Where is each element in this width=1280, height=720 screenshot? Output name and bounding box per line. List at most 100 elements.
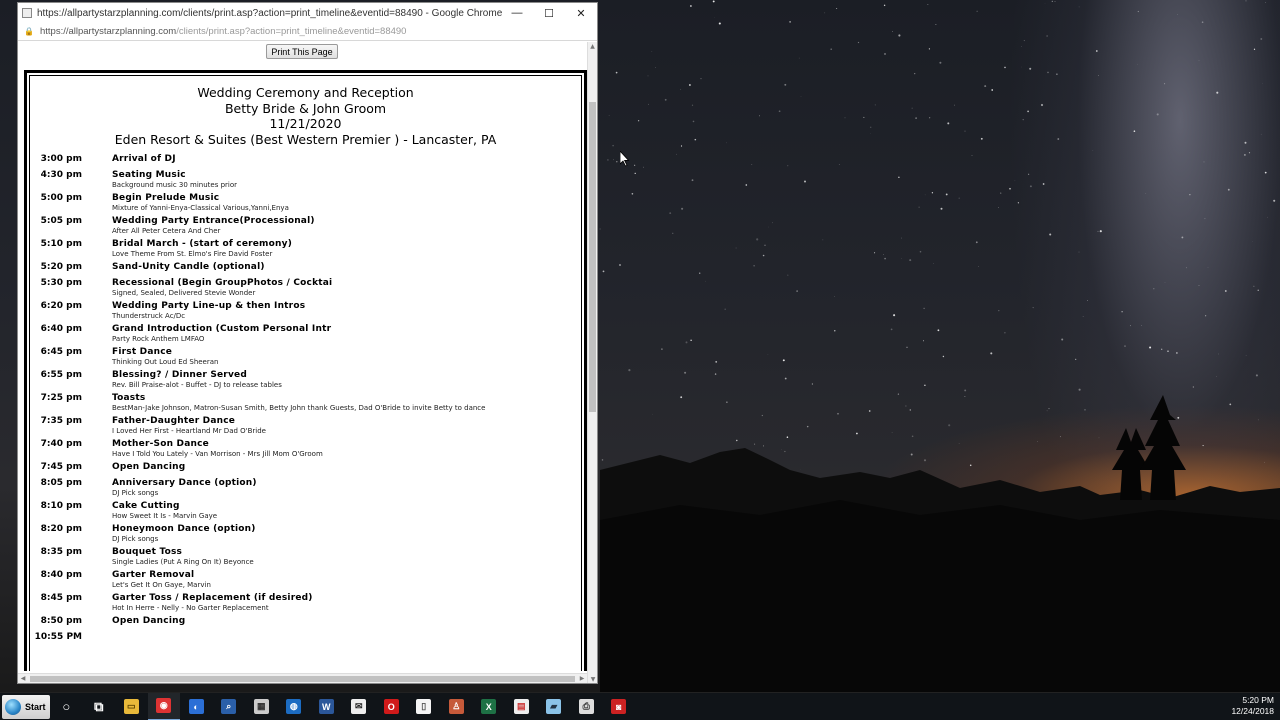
timeline-time: 5:05 pm xyxy=(40,216,82,226)
timeline-row: 3:00 pm Arrival of DJ xyxy=(30,154,581,165)
close-button[interactable]: ✕ xyxy=(565,3,597,23)
timeline-time: 7:35 pm xyxy=(40,416,82,426)
printer-icon[interactable]: ⎙ xyxy=(570,693,603,720)
timeline-content: Recessional (Begin GroupPhotos / Cocktai… xyxy=(112,278,581,298)
timeline-row: 7:40 pm Mother-Son Dance Have I Told You L… xyxy=(30,439,581,459)
timeline-row: 8:45 pm Garter Toss / Replacement (if des… xyxy=(30,593,581,613)
notepad-icon[interactable]: ▯ xyxy=(408,693,441,720)
opera-icon[interactable]: O xyxy=(375,693,408,720)
taskbar-apps: ○ ⧉ ▭ ◉ ◐ ⌕ ▦ ◍ W ✉ O ▯ ♙ X ▤ ▰ ⎙ ◙ xyxy=(50,692,636,720)
timeline-title: Father-Daughter Dance xyxy=(112,416,236,426)
timeline-title: Blessing? / Dinner Served xyxy=(112,370,247,380)
word-icon[interactable]: W xyxy=(310,693,343,720)
maximize-button[interactable]: ☐ xyxy=(533,3,565,23)
timeline-time: 6:20 pm xyxy=(40,301,82,311)
timeline-content: Garter Removal Let's Get It On Gaye, Marv… xyxy=(112,570,581,590)
timeline-content: Honeymoon Dance (option) DJ Pick songs xyxy=(112,524,581,544)
recorder-icon[interactable]: ◙ xyxy=(603,693,636,720)
scroll-up-arrow-icon[interactable]: ▲ xyxy=(588,42,597,52)
timeline-title: Mother-Son Dance xyxy=(112,439,209,449)
lock-icon[interactable]: 🔒 xyxy=(24,27,34,36)
event-venue: Eden Resort & Suites (Best Western Premi… xyxy=(114,131,497,147)
timeline-row: 5:05 pm Wedding Party Entrance(Procession… xyxy=(30,216,581,236)
timeline-time: 3:00 pm xyxy=(40,154,82,164)
vertical-scrollbar[interactable]: ▲ ▼ xyxy=(587,42,597,683)
timeline-content: Arrival of DJ xyxy=(112,154,581,165)
mouse-cursor-icon xyxy=(620,151,630,167)
timeline-row: 4:30 pm Seating Music Background music 30 … xyxy=(30,170,581,190)
timeline-title: Bouquet Toss xyxy=(112,547,183,557)
timeline-row: 10:55 PM xyxy=(30,632,581,643)
timeline-time: 4:30 pm xyxy=(40,170,82,180)
file-explorer-icon[interactable]: ▭ xyxy=(115,693,148,720)
timeline-subtitle: Background music 30 minutes prior xyxy=(112,181,238,189)
timeline-row: 8:05 pm Anniversary Dance (option) DJ Pick… xyxy=(30,478,581,498)
timeline-content: Open Dancing xyxy=(112,462,581,473)
calendar-icon[interactable]: ▤ xyxy=(505,693,538,720)
search-app-icon[interactable]: ⌕ xyxy=(213,693,246,720)
timeline-title: Open Dancing xyxy=(112,616,186,626)
timeline-row: 5:10 pm Bridal March - (start of ceremony… xyxy=(30,239,581,259)
chrome-icon[interactable]: ◉ xyxy=(147,692,180,720)
book-icon[interactable]: ▰ xyxy=(538,693,571,720)
timeline-frame: Wedding Ceremony and Reception Betty Bri… xyxy=(24,70,587,671)
scroll-right-arrow-icon[interactable]: ▶ xyxy=(577,674,587,683)
timeline-subtitle: After All Peter Cetera And Cher xyxy=(112,227,221,235)
calculator-icon[interactable]: ▦ xyxy=(245,693,278,720)
horizontal-scroll-thumb[interactable] xyxy=(30,676,575,682)
timeline-subtitle: DJ Pick songs xyxy=(112,535,159,543)
timeline-subtitle: Thinking Out Loud Ed Sheeran xyxy=(112,358,219,366)
event-header: Wedding Ceremony and Reception Betty Bri… xyxy=(30,76,581,147)
timeline-content: Cake Cutting How Sweet It Is - Marvin Gay… xyxy=(112,501,581,521)
timeline-row: 6:40 pm Grand Introduction (Custom Person… xyxy=(30,324,581,344)
clock-date: 12/24/2018 xyxy=(1231,706,1274,716)
timeline-content: Sand-Unity Candle (optional) xyxy=(112,262,581,273)
timeline-time: 7:25 pm xyxy=(40,393,82,403)
globe-icon[interactable]: ◍ xyxy=(278,693,311,720)
timeline-subtitle: Mixture of Yanni-Enya-Classical Various,… xyxy=(112,204,289,212)
cortana-icon[interactable]: ○ xyxy=(50,693,83,720)
timeline-title: Begin Prelude Music xyxy=(112,193,220,203)
timeline-title: Wedding Party Entrance(Processional) xyxy=(112,216,315,226)
timeline-subtitle: Have I Told You Lately - Van Morrison - … xyxy=(112,450,323,458)
address-bar[interactable]: 🔒 https://allpartystarzplanning.com/clie… xyxy=(18,23,597,41)
user-app-icon[interactable]: ♙ xyxy=(440,693,473,720)
timeline-subtitle: I Loved Her First - Heartland Mr Dad O'B… xyxy=(112,427,266,435)
timeline-content: Open Dancing xyxy=(112,616,581,627)
timeline-title: Toasts xyxy=(112,393,146,403)
mail-icon[interactable]: ✉ xyxy=(343,693,376,720)
window-title: https://allpartystarzplanning.com/client… xyxy=(37,7,503,19)
timeline-time: 8:45 pm xyxy=(40,593,82,603)
vertical-scroll-thumb[interactable] xyxy=(589,102,596,412)
start-button[interactable]: Start xyxy=(2,694,50,719)
timeline-row: 5:00 pm Begin Prelude Music Mixture of Yan… xyxy=(30,193,581,213)
print-this-page-button[interactable]: Print This Page xyxy=(266,44,338,59)
timeline-row: 7:35 pm Father-Daughter Dance I Loved Her … xyxy=(30,416,581,436)
timeline-subtitle: BestMan-Jake Johnson, Matron-Susan Smith… xyxy=(112,404,486,412)
scroll-down-arrow-icon[interactable]: ▼ xyxy=(588,675,597,683)
timeline-subtitle: Thunderstruck Ac/Dc xyxy=(112,312,186,320)
timeline-title: Seating Music xyxy=(112,170,186,180)
timeline-subtitle: Rev. Bill Praise-alot - Buffet - DJ to r… xyxy=(112,381,282,389)
url-host: https://allpartystarzplanning.com xyxy=(39,26,177,37)
url-path: /clients/print.asp?action=print_timeline… xyxy=(176,26,407,37)
timeline-title: Wedding Party Line-up & then Intros xyxy=(112,301,306,311)
timeline-content: Grand Introduction (Custom Personal Intr… xyxy=(112,324,581,344)
scroll-left-arrow-icon[interactable]: ◀ xyxy=(18,674,28,683)
timeline-time: 5:00 pm xyxy=(40,193,82,203)
window-titlebar[interactable]: https://allpartystarzplanning.com/client… xyxy=(18,3,597,23)
window-controls: — ☐ ✕ xyxy=(501,3,597,23)
horizontal-scrollbar[interactable]: ◀ ▶ xyxy=(18,673,587,683)
browser-window: https://allpartystarzplanning.com/client… xyxy=(17,2,598,684)
minimize-button[interactable]: — xyxy=(501,3,533,23)
taskbar: Start ○ ⧉ ▭ ◉ ◐ ⌕ ▦ ◍ W ✉ O ▯ ♙ X ▤ ▰ ⎙ ◙ 5:20 PM 12/24/2… xyxy=(0,692,1280,720)
timeline-title: Bridal March - (start of ceremony) xyxy=(112,239,293,249)
timeline-title: Garter Toss / Replacement (if desired) xyxy=(112,593,313,603)
timeline-time: 8:10 pm xyxy=(40,501,82,511)
app-icon[interactable]: ◐ xyxy=(180,693,213,720)
system-clock[interactable]: 5:20 PM 12/24/2018 xyxy=(1231,695,1274,717)
task-view-icon[interactable]: ⧉ xyxy=(83,693,116,720)
excel-icon[interactable]: X xyxy=(473,693,506,720)
clock-time: 5:20 PM xyxy=(1242,695,1274,705)
event-name: Wedding Ceremony and Reception xyxy=(197,85,414,100)
